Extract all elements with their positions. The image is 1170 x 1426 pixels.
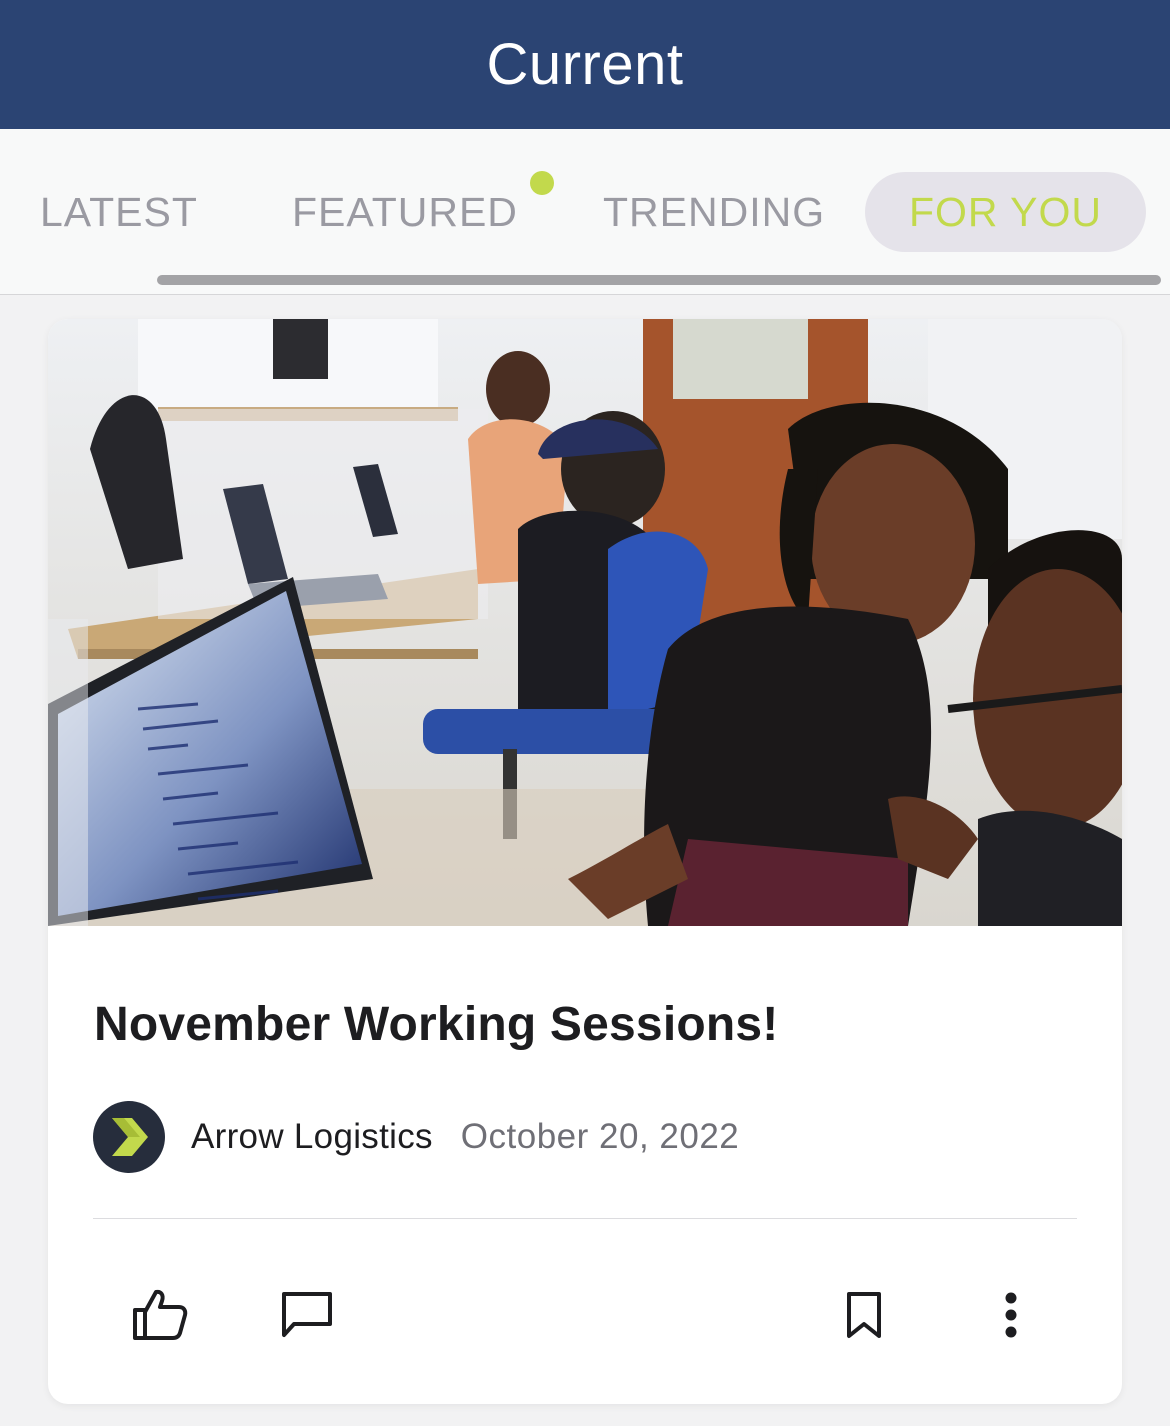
new-content-dot <box>530 171 554 195</box>
app-header: Current <box>0 0 1170 129</box>
bookmark-icon <box>847 1292 881 1338</box>
thumbs-up-icon <box>133 1289 188 1340</box>
more-vertical-icon <box>1005 1292 1017 1338</box>
tab-featured[interactable]: FEATURED <box>292 172 517 252</box>
author-avatar[interactable] <box>93 1101 165 1173</box>
card-divider <box>93 1218 1077 1219</box>
more-options-button[interactable] <box>979 1283 1043 1347</box>
tab-latest[interactable]: LATEST <box>40 172 197 252</box>
post-date: October 20, 2022 <box>460 1117 740 1156</box>
author-row: Arrow Logistics October 20, 2022 <box>93 1101 739 1173</box>
author-name[interactable]: Arrow Logistics <box>191 1117 433 1157</box>
tab-scrollbar[interactable] <box>157 275 1161 285</box>
page-title: Current <box>486 32 684 97</box>
feed-tab-bar: LATEST FEATURED TRENDING FOR YOU <box>0 129 1170 295</box>
post-title[interactable]: November Working Sessions! <box>94 997 779 1052</box>
post-image[interactable] <box>48 319 1122 926</box>
tab-for-you[interactable]: FOR YOU <box>865 172 1146 252</box>
comment-button[interactable] <box>275 1283 339 1347</box>
post-card[interactable]: November Working Sessions! Arrow Logisti… <box>48 319 1122 1404</box>
bookmark-button[interactable] <box>832 1283 896 1347</box>
comment-icon <box>282 1292 332 1337</box>
arrow-logo-icon <box>112 1118 148 1156</box>
like-button[interactable] <box>128 1283 192 1347</box>
tab-trending[interactable]: TRENDING <box>603 172 824 252</box>
